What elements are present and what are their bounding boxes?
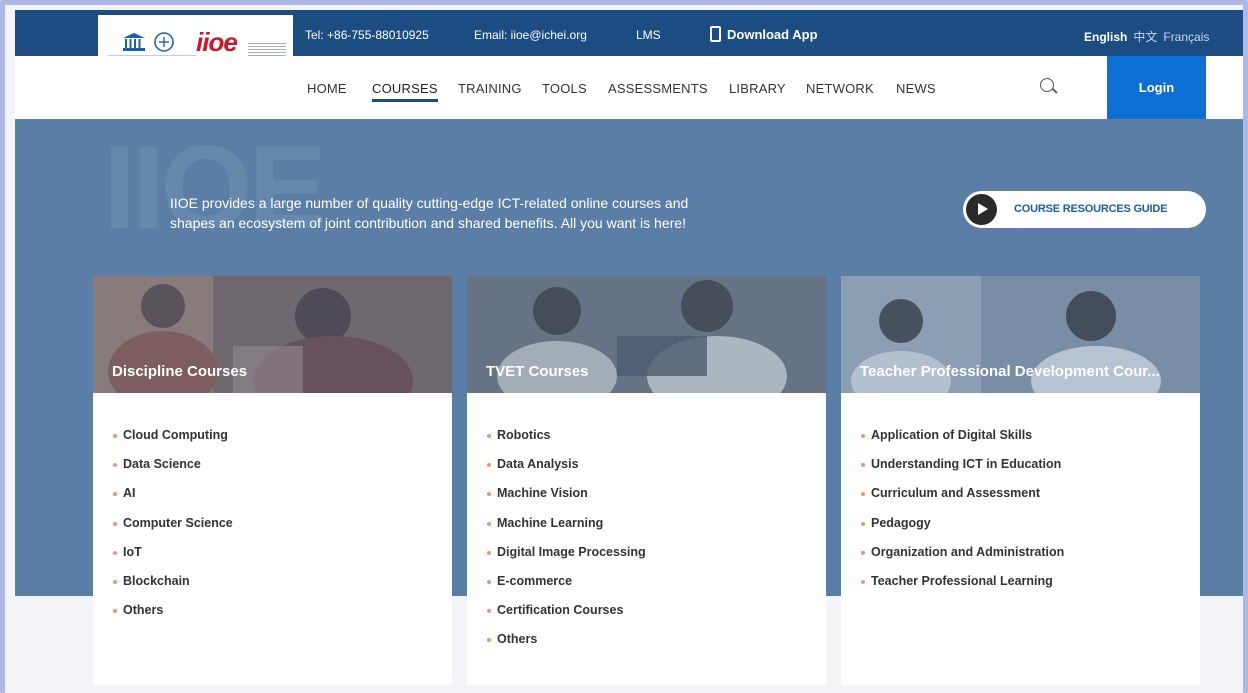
- iioe-logo-text: iioe: [196, 27, 238, 57]
- iioe-caption: [248, 43, 286, 57]
- lang-english[interactable]: English: [1084, 30, 1127, 44]
- nav-assessments[interactable]: ASSESSMENTS: [608, 81, 708, 96]
- list-item[interactable]: IoT: [111, 545, 233, 574]
- lms-link[interactable]: LMS: [636, 28, 661, 42]
- unesco-temple-icon: [123, 33, 145, 51]
- lang-chinese[interactable]: 中文: [1133, 30, 1157, 44]
- login-button[interactable]: Login: [1107, 56, 1206, 119]
- list-item[interactable]: Data Analysis: [485, 457, 646, 486]
- course-list: Robotics Data Analysis Machine Vision Ma…: [485, 428, 646, 662]
- list-item[interactable]: Digital Image Processing: [485, 545, 646, 574]
- course-resources-guide-button[interactable]: COURSE RESOURCES GUIDE: [963, 191, 1206, 228]
- card-title: Discipline Courses: [112, 363, 248, 380]
- main-nav: HOME COURSES TRAINING TOOLS ASSESSMENTS …: [15, 56, 1243, 119]
- hero-description: IIOE provides a large number of quality …: [170, 193, 810, 233]
- course-list: Application of Digital Skills Understand…: [859, 428, 1064, 603]
- list-item[interactable]: Curriculum and Assessment: [859, 486, 1064, 515]
- nav-home[interactable]: HOME: [307, 81, 347, 96]
- ichei-emblem-icon: [154, 32, 174, 52]
- course-card-teacher-development[interactable]: Teacher Professional Development Cour...…: [841, 276, 1200, 685]
- list-item[interactable]: Data Science: [111, 457, 233, 486]
- hero-text-line-1: IIOE provides a large number of quality …: [170, 195, 689, 211]
- nav-tools[interactable]: TOOLS: [542, 81, 587, 96]
- search-icon[interactable]: [1040, 78, 1054, 92]
- list-item[interactable]: Organization and Administration: [859, 545, 1064, 574]
- course-card-discipline[interactable]: Discipline Courses Cloud Computing Data …: [93, 276, 452, 685]
- list-item[interactable]: Machine Vision: [485, 486, 646, 515]
- nav-news[interactable]: NEWS: [896, 81, 936, 96]
- list-item[interactable]: Teacher Professional Learning: [859, 574, 1064, 603]
- email-link[interactable]: Email: iioe@ichei.org: [474, 28, 587, 42]
- card-title: Teacher Professional Development Cour...: [860, 363, 1160, 380]
- list-item[interactable]: E-commerce: [485, 574, 646, 603]
- list-item[interactable]: Others: [485, 632, 646, 661]
- list-item[interactable]: Machine Learning: [485, 516, 646, 545]
- browser-frame: Tel: +86-755-88010925 Email: iioe@ichei.…: [0, 0, 1248, 693]
- language-switcher: English 中文 Français: [1084, 28, 1209, 45]
- list-item[interactable]: Application of Digital Skills: [859, 428, 1064, 457]
- hero-text-line-2: shapes an ecosystem of joint contributio…: [170, 215, 686, 231]
- phone-number[interactable]: Tel: +86-755-88010925: [305, 28, 429, 42]
- mobile-phone-icon: [710, 26, 721, 42]
- course-card-tvet[interactable]: TVET Courses Robotics Data Analysis Mach…: [467, 276, 826, 685]
- list-item[interactable]: Computer Science: [111, 516, 233, 545]
- guide-button-label: COURSE RESOURCES GUIDE: [1014, 203, 1168, 215]
- list-item[interactable]: Blockchain: [111, 574, 233, 603]
- list-item[interactable]: Others: [111, 603, 233, 632]
- list-item[interactable]: Robotics: [485, 428, 646, 457]
- card-title: TVET Courses: [486, 363, 589, 380]
- play-icon: [966, 194, 997, 225]
- list-item[interactable]: Pedagogy: [859, 516, 1064, 545]
- nav-training[interactable]: TRAINING: [458, 81, 522, 96]
- list-item[interactable]: Certification Courses: [485, 603, 646, 632]
- download-app-link[interactable]: Download App: [727, 27, 818, 42]
- nav-courses[interactable]: COURSES: [372, 81, 438, 102]
- lang-french[interactable]: Français: [1163, 30, 1209, 44]
- list-item[interactable]: AI: [111, 486, 233, 515]
- nav-library[interactable]: LIBRARY: [729, 81, 786, 96]
- list-item[interactable]: Understanding ICT in Education: [859, 457, 1064, 486]
- nav-network[interactable]: NETWORK: [806, 81, 874, 96]
- course-list: Cloud Computing Data Science AI Computer…: [111, 428, 233, 632]
- list-item[interactable]: Cloud Computing: [111, 428, 233, 457]
